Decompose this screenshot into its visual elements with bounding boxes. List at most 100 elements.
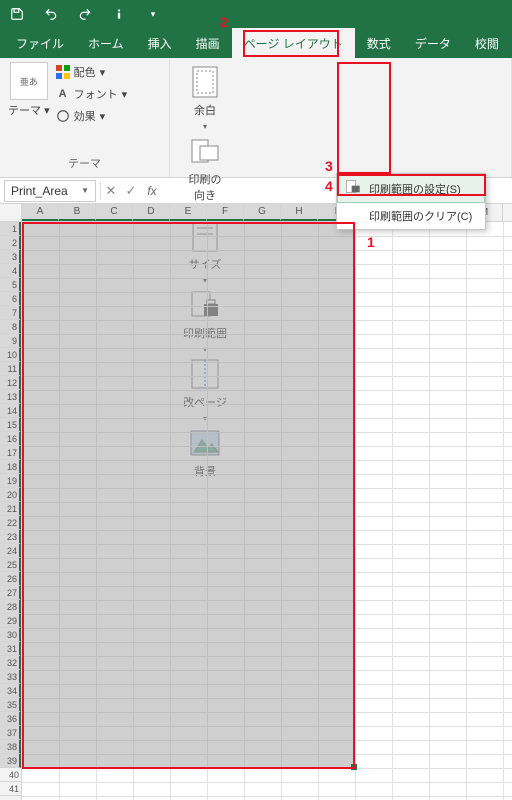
fonts-icon: A: [56, 87, 70, 101]
cancel-formula-icon[interactable]: ✕: [101, 180, 121, 202]
row-header-35[interactable]: 35: [0, 698, 21, 712]
row-header-36[interactable]: 36: [0, 712, 21, 726]
col-header-E[interactable]: E: [170, 204, 207, 221]
undo-icon[interactable]: [40, 3, 62, 25]
cells-area[interactable]: [22, 222, 512, 800]
print-area-set-icon: [345, 179, 361, 198]
tab-review[interactable]: 校閲: [463, 28, 511, 58]
menu-clear-print-area[interactable]: 印刷範囲のクリア(C): [337, 203, 485, 229]
row-header-15[interactable]: 15: [0, 418, 21, 432]
row-header-2[interactable]: 2: [0, 236, 21, 250]
row-header-4[interactable]: 4: [0, 264, 21, 278]
row-header-5[interactable]: 5: [0, 278, 21, 292]
row-header-14[interactable]: 14: [0, 404, 21, 418]
tab-formulas[interactable]: 数式: [355, 28, 403, 58]
fonts-label: フォント: [74, 86, 118, 102]
row-header-25[interactable]: 25: [0, 558, 21, 572]
margins-icon: [189, 66, 221, 98]
col-header-C[interactable]: C: [96, 204, 133, 221]
orientation-label: 印刷の 向き: [189, 171, 222, 203]
col-header-H[interactable]: H: [281, 204, 318, 221]
redo-icon[interactable]: [74, 3, 96, 25]
row-header-39[interactable]: 39: [0, 754, 21, 768]
tab-file[interactable]: ファイル: [4, 28, 76, 58]
fill-handle[interactable]: [351, 764, 357, 770]
tab-insert[interactable]: 挿入: [136, 28, 184, 58]
row-header-40[interactable]: 40: [0, 768, 21, 782]
themes-icon: 亜あ: [10, 62, 48, 100]
callout-2: 2: [220, 14, 228, 30]
row-header-34[interactable]: 34: [0, 684, 21, 698]
row-header-20[interactable]: 20: [0, 488, 21, 502]
touch-mode-icon[interactable]: [108, 3, 130, 25]
row-header-37[interactable]: 37: [0, 726, 21, 740]
tab-data[interactable]: データ: [403, 28, 463, 58]
customize-qat-icon[interactable]: ▾: [142, 3, 164, 25]
row-header-22[interactable]: 22: [0, 516, 21, 530]
row-header-26[interactable]: 26: [0, 572, 21, 586]
row-header-6[interactable]: 6: [0, 292, 21, 306]
row-header-12[interactable]: 12: [0, 376, 21, 390]
row-header-33[interactable]: 33: [0, 670, 21, 684]
menu-set-label: 印刷範囲の設定(S): [369, 181, 461, 197]
margins-label: 余白: [194, 102, 216, 118]
col-header-D[interactable]: D: [133, 204, 170, 221]
colors-icon: [56, 65, 70, 79]
row-header-30[interactable]: 30: [0, 628, 21, 642]
row-header-16[interactable]: 16: [0, 432, 21, 446]
effects-label: 効果: [74, 108, 96, 124]
row-header-19[interactable]: 19: [0, 474, 21, 488]
menu-set-print-area[interactable]: 印刷範囲の設定(S): [337, 174, 485, 203]
effects-button[interactable]: 効果 ▾: [56, 106, 128, 126]
effects-icon: [56, 109, 70, 123]
save-icon[interactable]: [6, 3, 28, 25]
margins-button[interactable]: 余白▾: [178, 62, 232, 131]
row-header-7[interactable]: 7: [0, 306, 21, 320]
row-headers: 1234567891011121314151617181920212223242…: [0, 222, 22, 800]
print-area-menu: 印刷範囲の設定(S) 印刷範囲のクリア(C): [336, 173, 486, 230]
row-header-24[interactable]: 24: [0, 544, 21, 558]
row-header-8[interactable]: 8: [0, 320, 21, 334]
themes-button[interactable]: 亜あ テーマ ▾: [8, 62, 50, 126]
row-header-38[interactable]: 38: [0, 740, 21, 754]
row-header-10[interactable]: 10: [0, 348, 21, 362]
row-header-18[interactable]: 18: [0, 460, 21, 474]
callout-3: 3: [325, 158, 333, 174]
row-header-3[interactable]: 3: [0, 250, 21, 264]
group-page-setup: 余白▾ 印刷の 向き▾ サイズ▾ 印刷範囲▾ 改ページ▾ 背景: [170, 58, 512, 177]
row-header-27[interactable]: 27: [0, 586, 21, 600]
col-header-G[interactable]: G: [244, 204, 281, 221]
fx-icon[interactable]: fx: [141, 184, 163, 198]
ribbon-panel: 亜あ テーマ ▾ 配色 ▾ A フォント ▾ 効果 ▾ テーマ: [0, 58, 512, 178]
row-header-13[interactable]: 13: [0, 390, 21, 404]
row-header-11[interactable]: 11: [0, 362, 21, 376]
row-header-41[interactable]: 41: [0, 782, 21, 796]
name-box[interactable]: Print_Area ▼: [4, 180, 96, 202]
enter-formula-icon[interactable]: ✓: [121, 180, 141, 202]
row-header-29[interactable]: 29: [0, 614, 21, 628]
col-header-B[interactable]: B: [59, 204, 96, 221]
row-header-9[interactable]: 9: [0, 334, 21, 348]
name-box-value: Print_Area: [11, 184, 68, 198]
row-header-17[interactable]: 17: [0, 446, 21, 460]
callout-4: 4: [325, 178, 333, 194]
tab-page-layout[interactable]: ページ レイアウト: [232, 28, 355, 58]
row-header-32[interactable]: 32: [0, 656, 21, 670]
themes-label: テーマ ▾: [8, 102, 50, 118]
select-all-corner[interactable]: [0, 204, 22, 221]
col-header-A[interactable]: A: [22, 204, 59, 221]
colors-button[interactable]: 配色 ▾: [56, 62, 128, 82]
row-header-28[interactable]: 28: [0, 600, 21, 614]
tab-home[interactable]: ホーム: [76, 28, 136, 58]
row-header-21[interactable]: 21: [0, 502, 21, 516]
row-header-23[interactable]: 23: [0, 530, 21, 544]
row-header-1[interactable]: 1: [0, 222, 21, 236]
tab-draw[interactable]: 描画: [184, 28, 232, 58]
col-header-F[interactable]: F: [207, 204, 244, 221]
selection-range: [22, 222, 355, 768]
group-themes-label: テーマ: [8, 155, 161, 173]
row-header-31[interactable]: 31: [0, 642, 21, 656]
chevron-down-icon: ▼: [81, 186, 89, 195]
fonts-button[interactable]: A フォント ▾: [56, 84, 128, 104]
orientation-icon: [189, 135, 221, 167]
